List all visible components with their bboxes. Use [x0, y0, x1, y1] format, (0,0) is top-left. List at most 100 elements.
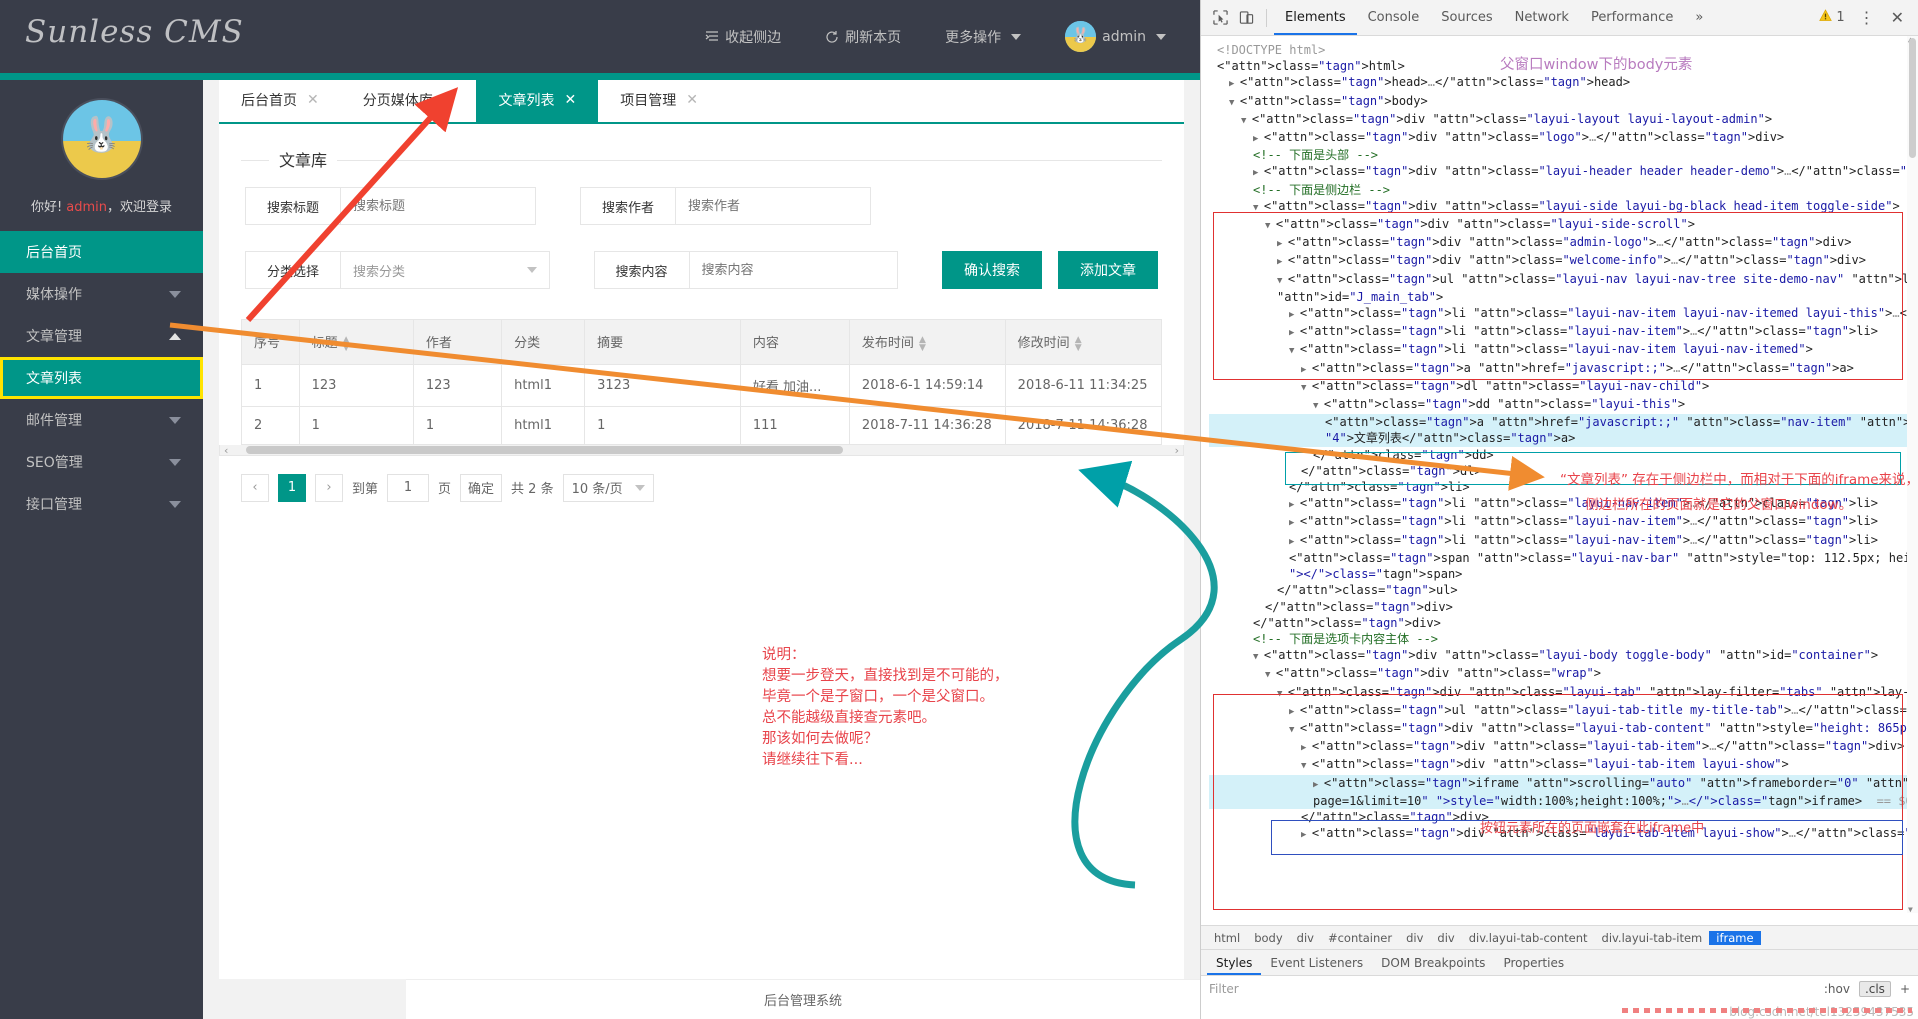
collapse-icon[interactable]: ▼ [1265, 221, 1276, 231]
search-content-input[interactable] [689, 252, 897, 288]
dom-tree-line[interactable]: </"attn">class="tagn">dl> [1209, 463, 1918, 479]
expand-icon[interactable]: ▶ [1289, 310, 1300, 320]
styles-tab-styles[interactable]: Styles [1207, 950, 1261, 975]
dom-tree-line[interactable]: </"attn">class="tagn">div> [1209, 599, 1918, 615]
close-icon[interactable]: ✕ [307, 92, 319, 108]
scroll-right-icon[interactable]: › [1175, 444, 1179, 457]
collapse-icon[interactable]: ▼ [1289, 346, 1300, 356]
close-icon[interactable]: ✕ [686, 92, 698, 108]
expand-icon[interactable]: ▶ [1229, 79, 1240, 89]
expand-icon[interactable]: ▶ [1289, 500, 1300, 510]
sidebar-item-api[interactable]: 接口管理 [0, 483, 203, 525]
styles-tab-event-listeners[interactable]: Event Listeners [1261, 950, 1372, 975]
close-icon[interactable]: ✕ [443, 92, 455, 108]
devtools-tab-performance[interactable]: Performance [1580, 0, 1684, 35]
dom-tree-line[interactable]: ▼ <"attn">class="tagn">div "attn">class=… [1209, 216, 1918, 234]
expand-icon[interactable]: ▶ [1313, 780, 1324, 790]
sidebar-item-article-list[interactable]: 文章列表 [0, 357, 203, 399]
dom-tree-line[interactable]: <!DOCTYPE html> [1209, 42, 1918, 58]
dom-tree-line[interactable]: ▼ <"attn">class="tagn">div "attn">class=… [1209, 111, 1918, 129]
dom-tree-line[interactable]: ▶ <"attn">class="tagn">div "attn">class=… [1209, 234, 1918, 252]
dom-tree-line[interactable]: ▶ <"attn">class="tagn">li "attn">class="… [1209, 532, 1918, 550]
dom-tree-line[interactable]: "></">class="tagn">span> [1209, 566, 1918, 582]
breadcrumb-item[interactable]: html [1207, 931, 1247, 945]
dom-tree-line[interactable]: ▼ <"attn">class="tagn">div "attn">class=… [1209, 684, 1918, 702]
sort-icon[interactable]: ▲ ▼ [1075, 335, 1082, 352]
sidebar-item-home[interactable]: 后台首页 [0, 231, 203, 273]
dom-tree-line[interactable]: ▶ <"attn">class="tagn">iframe "attn">scr… [1209, 774, 1918, 793]
expand-icon[interactable]: ▶ [1301, 830, 1312, 840]
next-page-button[interactable]: › [315, 473, 343, 502]
inspect-element-icon[interactable] [1207, 5, 1233, 31]
collapse-icon[interactable]: ▼ [1229, 98, 1240, 108]
collapse-icon[interactable]: ▼ [1241, 116, 1252, 126]
breadcrumb-item[interactable]: div [1399, 931, 1430, 945]
dom-tree[interactable]: <!DOCTYPE html> <"attn">class="tagn">html… [1201, 36, 1918, 913]
devtools-kebab-menu-icon[interactable]: ⋮ [1851, 8, 1883, 27]
devtools-more-tabs-icon[interactable]: » [1684, 0, 1714, 35]
dom-tree-line[interactable]: <!-- 下面是侧边栏 --> [1209, 182, 1918, 198]
styles-tab-properties[interactable]: Properties [1494, 950, 1573, 975]
cls-toggle[interactable]: .cls [1858, 980, 1891, 997]
breadcrumb-item[interactable]: div [1430, 931, 1461, 945]
scrollbar-thumb[interactable] [1909, 38, 1916, 158]
dom-tree-line[interactable]: ▼ <"attn">class="tagn">dl "attn">class="… [1209, 378, 1918, 396]
new-style-rule-icon[interactable]: + [1900, 982, 1910, 996]
dom-tree-line[interactable]: </"attn">class="tagn">li> [1209, 479, 1918, 495]
dom-tree-line[interactable]: ▶ <"attn">class="tagn">div "attn">class=… [1209, 825, 1918, 843]
close-icon[interactable]: ✕ [564, 92, 576, 108]
breadcrumb-item[interactable]: div [1290, 931, 1321, 945]
devtools-tab-console[interactable]: Console [1357, 0, 1431, 35]
dom-tree-line[interactable]: ▶ <"attn">class="tagn">div "attn">class=… [1209, 163, 1918, 181]
breadcrumb-item[interactable]: div.layui-tab-content [1462, 931, 1595, 945]
dom-tree-line[interactable]: ▼ <"attn">class="tagn">div "attn">class=… [1209, 756, 1918, 774]
styles-tab-dom-breakpoints[interactable]: DOM Breakpoints [1372, 950, 1494, 975]
warning-badge[interactable]: 1 [1819, 9, 1850, 26]
dom-tree-line[interactable]: "attn">id="J_main_tab"> [1209, 289, 1918, 305]
sidebar-item-seo[interactable]: SEO管理 [0, 441, 203, 483]
dom-tree-line[interactable]: ▶ <"attn">class="tagn">li "attn">class="… [1209, 495, 1918, 513]
expand-icon[interactable]: ▶ [1301, 743, 1312, 753]
dom-tree-line[interactable]: ▼ <"attn">class="tagn">ul "attn">class="… [1209, 271, 1918, 289]
sort-icon[interactable]: ▲ ▼ [919, 335, 926, 352]
refresh-page-button[interactable]: 刷新本页 [803, 0, 923, 73]
collapse-icon[interactable]: ▼ [1277, 276, 1288, 286]
expand-icon[interactable]: ▶ [1289, 328, 1300, 338]
collapse-icon[interactable]: ▼ [1301, 761, 1312, 771]
dom-tree-line[interactable]: ▶ <"attn">class="tagn">head>…</"attn">cl… [1209, 74, 1918, 92]
dom-tree-line[interactable]: <!-- 下面是头部 --> [1209, 147, 1918, 163]
collapse-icon[interactable]: ▼ [1277, 689, 1288, 699]
confirm-search-button[interactable]: 确认搜索 [942, 251, 1042, 289]
expand-icon[interactable]: ▶ [1289, 537, 1300, 547]
devtools-close-icon[interactable]: ✕ [1883, 8, 1912, 27]
dom-tree-line[interactable]: ▶ <"attn">class="tagn">div "attn">class=… [1209, 738, 1918, 756]
table-row[interactable]: 1 123 123 html1 3123 好看 加油... 2018-6-1 1… [242, 364, 1161, 407]
th-publish-time[interactable]: 发布时间 ▲ ▼ [849, 320, 1006, 365]
dom-tree-line[interactable]: ▶ <"attn">class="tagn">li "attn">class="… [1209, 305, 1918, 323]
hov-toggle[interactable]: :hov [1824, 982, 1850, 996]
expand-icon[interactable]: ▶ [1289, 518, 1300, 528]
sort-icon[interactable]: ▲ ▼ [343, 335, 350, 352]
collapse-icon[interactable]: ▼ [1253, 652, 1264, 662]
dom-tree-line[interactable]: </"attn">class="tagn">ul> [1209, 582, 1918, 598]
breadcrumb-item-active[interactable]: iframe [1709, 930, 1761, 945]
expand-icon[interactable]: ▶ [1277, 257, 1288, 267]
dom-tree-line[interactable]: <"attn">class="tagn">html> [1209, 58, 1918, 74]
dom-tree-line[interactable]: <!-- 下面是选项卡内容主体 --> [1209, 631, 1918, 647]
dom-tree-scrollbar[interactable]: ▲ ▼ [1907, 35, 1918, 914]
dom-tree-line[interactable]: </"attn">class="tagn">div> [1209, 615, 1918, 631]
dom-tree-line[interactable]: <"attn">class="tagn">span "attn">class="… [1209, 550, 1918, 566]
search-title-input[interactable] [341, 188, 535, 224]
tab-media-library[interactable]: 分页媒体库 ✕ [341, 78, 477, 122]
dom-tree-line[interactable]: ▶ <"attn">class="tagn">li "attn">class="… [1209, 513, 1918, 531]
tab-article-list[interactable]: 文章列表 ✕ [476, 78, 599, 122]
expand-icon[interactable]: ▶ [1253, 134, 1264, 144]
user-menu[interactable]: 🐰 admin [1043, 0, 1188, 73]
dom-tree-line[interactable]: ▶ <"attn">class="tagn">div "attn">class=… [1209, 252, 1918, 270]
dom-tree-line[interactable]: <"attn">class="tagn">a "attn">href="java… [1209, 414, 1918, 431]
scroll-down-icon[interactable]: ▼ [1908, 905, 1913, 914]
devtools-tab-sources[interactable]: Sources [1430, 0, 1503, 35]
dom-tree-line[interactable]: ▼ <"attn">class="tagn">div "attn">class=… [1209, 720, 1918, 738]
collapse-icon[interactable]: ▼ [1301, 383, 1312, 393]
goto-confirm-button[interactable]: 确定 [460, 473, 503, 502]
